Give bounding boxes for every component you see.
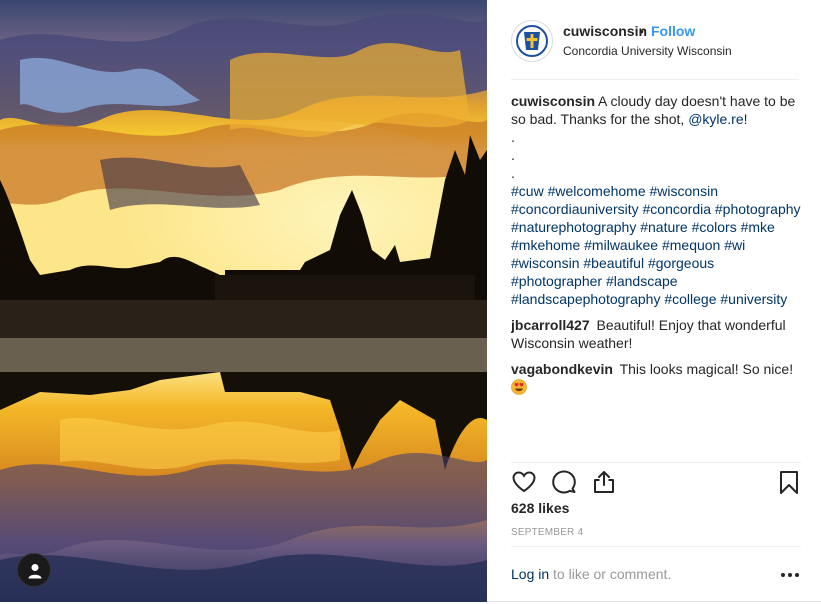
- post-photo[interactable]: [0, 0, 487, 602]
- post-details-panel: cuwisconsin • Follow Concordia Universit…: [487, 0, 821, 602]
- login-prompt: Log in to like or comment.: [511, 566, 671, 582]
- bookmark-icon: [780, 471, 798, 494]
- comment-username[interactable]: vagabondkevin: [511, 361, 613, 377]
- caption-dot-2: .: [511, 147, 515, 163]
- comments-list: cuwisconsin A cloudy day doesn't have to …: [511, 92, 801, 452]
- like-button[interactable]: [511, 469, 537, 495]
- post-footer: Log in to like or comment.: [511, 546, 801, 602]
- login-prompt-text: to like or comment.: [549, 566, 672, 582]
- likes-count[interactable]: 628 likes: [511, 500, 569, 516]
- save-button[interactable]: [776, 469, 802, 495]
- follow-button[interactable]: Follow: [651, 23, 695, 39]
- comment-bubble-icon: [552, 470, 576, 494]
- mention-link[interactable]: @kyle.re: [688, 111, 743, 127]
- comment-username[interactable]: jbcarroll427: [511, 317, 590, 333]
- avatar[interactable]: [511, 20, 553, 62]
- hashtag-links[interactable]: #cuw #welcomehome #wisconsin #concordiau…: [511, 183, 801, 307]
- login-link[interactable]: Log in: [511, 566, 549, 582]
- comment-text: This looks magical! So nice!: [619, 361, 794, 377]
- post-date[interactable]: SEPTEMBER 4: [511, 527, 583, 538]
- heart-eyes-emoji-icon: [511, 379, 527, 395]
- sunset-reflection-image: [0, 0, 487, 602]
- tagged-user-button[interactable]: [17, 553, 51, 587]
- more-options-button[interactable]: [779, 564, 801, 586]
- user-silhouette-icon: [28, 564, 42, 579]
- concordia-logo-icon: [513, 22, 551, 60]
- location-link[interactable]: Concordia University Wisconsin: [563, 44, 732, 58]
- comment-item: vagabondkevin This looks magical! So nic…: [511, 360, 801, 396]
- caption-username[interactable]: cuwisconsin: [511, 93, 595, 109]
- follow-separator: •: [639, 23, 644, 39]
- action-bar: [511, 462, 801, 498]
- comment-button[interactable]: [551, 469, 577, 495]
- more-options-icon: [781, 573, 799, 577]
- caption-text-end: !: [743, 111, 748, 127]
- post-header: cuwisconsin • Follow Concordia Universit…: [511, 14, 799, 80]
- instagram-post: cuwisconsin • Follow Concordia Universit…: [0, 0, 821, 602]
- caption: cuwisconsin A cloudy day doesn't have to …: [511, 92, 801, 308]
- caption-dot-3: .: [511, 165, 515, 181]
- share-icon: [594, 471, 614, 493]
- caption-dot-1: .: [511, 129, 515, 145]
- comment-item: jbcarroll427 Beautiful! Enjoy that wonde…: [511, 316, 801, 352]
- share-button[interactable]: [591, 469, 617, 495]
- heart-icon: [512, 471, 536, 493]
- post-username[interactable]: cuwisconsin: [563, 23, 647, 39]
